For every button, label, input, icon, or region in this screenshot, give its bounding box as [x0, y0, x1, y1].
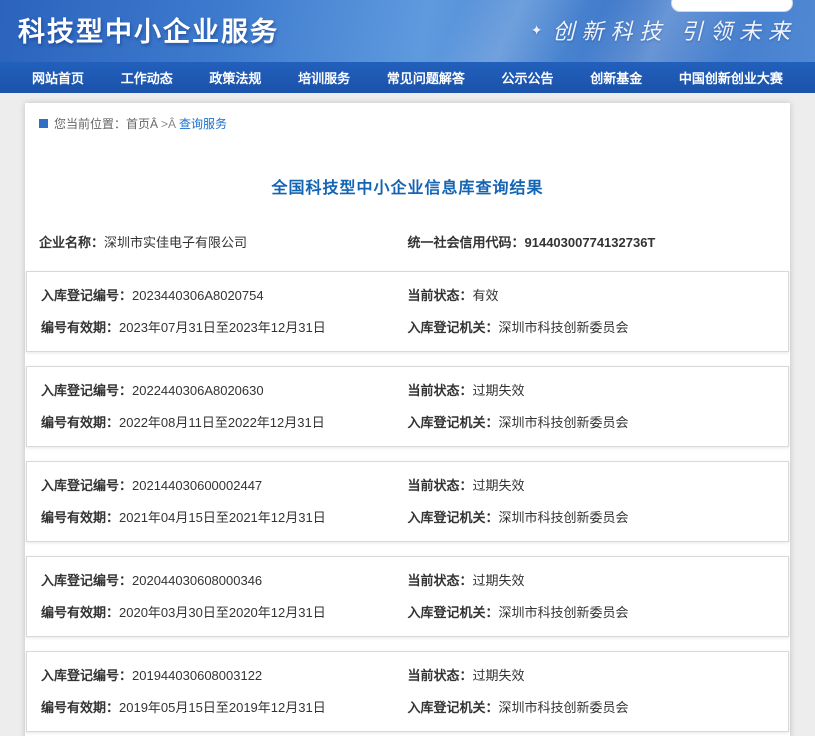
status-value: 过期失效	[473, 668, 525, 683]
status-label: 当前状态：	[408, 288, 473, 303]
status-field: 当前状态：有效	[408, 285, 775, 304]
credit-code-field: 统一社会信用代码：91440300774132736T	[408, 232, 777, 251]
nav-item-training[interactable]: 培训服务	[294, 68, 354, 87]
breadcrumb-current-link[interactable]: 查询服务	[179, 115, 227, 132]
credit-code-value: 91440300774132736T	[525, 235, 656, 250]
reg-no-label: 入库登记编号：	[41, 288, 132, 303]
record-card: 入库登记编号：202044030608000346 当前状态：过期失效 编号有效…	[26, 556, 789, 637]
breadcrumb-home[interactable]: 首页Â	[126, 115, 158, 132]
validity-value: 2022年08月11日至2022年12月31日	[119, 415, 325, 430]
reg-no-field: 入库登记编号：201944030608003122	[41, 665, 408, 684]
nav-item-work-news[interactable]: 工作动态	[117, 68, 177, 87]
authority-field: 入库登记机关：深圳市科技创新委员会	[408, 697, 775, 716]
authority-field: 入库登记机关：深圳市科技创新委员会	[408, 412, 775, 431]
authority-label: 入库登记机关：	[408, 415, 499, 430]
validity-label: 编号有效期：	[41, 510, 119, 525]
reg-no-field: 入库登记编号：202144030600002447	[41, 475, 408, 494]
validity-label: 编号有效期：	[41, 415, 119, 430]
reg-no-value: 202044030608000346	[132, 573, 262, 588]
record-card: 入库登记编号：201944030608003122 当前状态：过期失效 编号有效…	[26, 651, 789, 732]
authority-label: 入库登记机关：	[408, 700, 499, 715]
authority-value: 深圳市科技创新委员会	[499, 510, 629, 525]
authority-label: 入库登记机关：	[408, 510, 499, 525]
validity-label: 编号有效期：	[41, 605, 119, 620]
status-label: 当前状态：	[408, 478, 473, 493]
company-info-row: 企业名称：深圳市实佳电子有限公司 统一社会信用代码：91440300774132…	[25, 232, 790, 251]
reg-no-value: 201944030608003122	[132, 668, 262, 683]
validity-label: 编号有效期：	[41, 320, 119, 335]
record-card: 入库登记编号：2022440306A8020630 当前状态：过期失效 编号有效…	[26, 366, 789, 447]
breadcrumb-separator: >Â	[161, 117, 176, 131]
validity-value: 2023年07月31日至2023年12月31日	[119, 320, 326, 335]
validity-field: 编号有效期：2020年03月30日至2020年12月31日	[41, 602, 408, 621]
nav-item-home[interactable]: 网站首页	[28, 68, 88, 87]
nav-item-announcements[interactable]: 公示公告	[498, 68, 558, 87]
authority-field: 入库登记机关：深圳市科技创新委员会	[408, 602, 775, 621]
header-slogan: ✦ 创新科技 引领未来	[531, 14, 797, 46]
site-title: 科技型中小企业服务	[18, 10, 279, 49]
nav-item-competition[interactable]: 中国创新创业大赛	[675, 68, 787, 87]
reg-no-value: 2022440306A8020630	[132, 383, 264, 398]
page-body: 您当前位置： 首页Â >Â 查询服务 全国科技型中小企业信息库查询结果 企业名称…	[0, 93, 815, 736]
company-name-label: 企业名称：	[39, 235, 104, 250]
authority-value: 深圳市科技创新委员会	[499, 415, 629, 430]
status-field: 当前状态：过期失效	[408, 475, 775, 494]
page-title: 全国科技型中小企业信息库查询结果	[25, 174, 790, 198]
reg-no-label: 入库登记编号：	[41, 668, 132, 683]
nav-item-policies[interactable]: 政策法规	[205, 68, 265, 87]
status-value: 过期失效	[473, 478, 525, 493]
credit-code-label: 统一社会信用代码：	[408, 235, 525, 250]
status-field: 当前状态：过期失效	[408, 570, 775, 589]
header-slogan-text: 创新科技 引领未来	[552, 19, 797, 44]
reg-no-field: 入库登记编号：2022440306A8020630	[41, 380, 408, 399]
authority-value: 深圳市科技创新委员会	[499, 605, 629, 620]
nav-item-faq[interactable]: 常见问题解答	[383, 68, 469, 87]
main-nav: 网站首页 工作动态 政策法规 培训服务 常见问题解答 公示公告 创新基金 中国创…	[0, 62, 815, 93]
validity-value: 2020年03月30日至2020年12月31日	[119, 605, 326, 620]
content-panel: 您当前位置： 首页Â >Â 查询服务 全国科技型中小企业信息库查询结果 企业名称…	[25, 103, 790, 736]
validity-field: 编号有效期：2022年08月11日至2022年12月31日	[41, 412, 408, 431]
reg-no-label: 入库登记编号：	[41, 478, 132, 493]
reg-no-field: 入库登记编号：202044030608000346	[41, 570, 408, 589]
status-value: 过期失效	[473, 383, 525, 398]
validity-field: 编号有效期：2021年04月15日至2021年12月31日	[41, 507, 408, 526]
status-field: 当前状态：过期失效	[408, 665, 775, 684]
status-label: 当前状态：	[408, 383, 473, 398]
validity-label: 编号有效期：	[41, 700, 119, 715]
status-label: 当前状态：	[408, 668, 473, 683]
header-banner: 科技型中小企业服务 ✦ 创新科技 引领未来	[0, 0, 815, 62]
validity-field: 编号有效期：2023年07月31日至2023年12月31日	[41, 317, 408, 336]
validity-value: 2019年05月15日至2019年12月31日	[119, 700, 326, 715]
status-value: 过期失效	[473, 573, 525, 588]
status-value: 有效	[473, 288, 499, 303]
breadcrumb: 您当前位置： 首页Â >Â 查询服务	[25, 111, 790, 132]
validity-value: 2021年04月15日至2021年12月31日	[119, 510, 326, 525]
validity-field: 编号有效期：2019年05月15日至2019年12月31日	[41, 697, 408, 716]
reg-no-value: 202144030600002447	[132, 478, 262, 493]
authority-label: 入库登记机关：	[408, 605, 499, 620]
status-field: 当前状态：过期失效	[408, 380, 775, 399]
sparkle-icon: ✦	[531, 24, 543, 39]
record-card: 入库登记编号：2023440306A8020754 当前状态：有效 编号有效期：…	[26, 271, 789, 352]
reg-no-field: 入库登记编号：2023440306A8020754	[41, 285, 408, 304]
reg-no-label: 入库登记编号：	[41, 573, 132, 588]
authority-value: 深圳市科技创新委员会	[499, 320, 629, 335]
authority-field: 入库登记机关：深圳市科技创新委员会	[408, 507, 775, 526]
reg-no-value: 2023440306A8020754	[132, 288, 264, 303]
reg-no-label: 入库登记编号：	[41, 383, 132, 398]
breadcrumb-prefix: 您当前位置：	[54, 115, 126, 132]
company-name-value: 深圳市实佳电子有限公司	[104, 235, 247, 250]
search-input[interactable]	[671, 0, 793, 12]
company-name-field: 企业名称：深圳市实佳电子有限公司	[39, 232, 408, 251]
authority-label: 入库登记机关：	[408, 320, 499, 335]
record-card: 入库登记编号：202144030600002447 当前状态：过期失效 编号有效…	[26, 461, 789, 542]
status-label: 当前状态：	[408, 573, 473, 588]
nav-item-innovation-fund[interactable]: 创新基金	[586, 68, 646, 87]
breadcrumb-square-icon	[39, 119, 48, 128]
authority-value: 深圳市科技创新委员会	[499, 700, 629, 715]
authority-field: 入库登记机关：深圳市科技创新委员会	[408, 317, 775, 336]
